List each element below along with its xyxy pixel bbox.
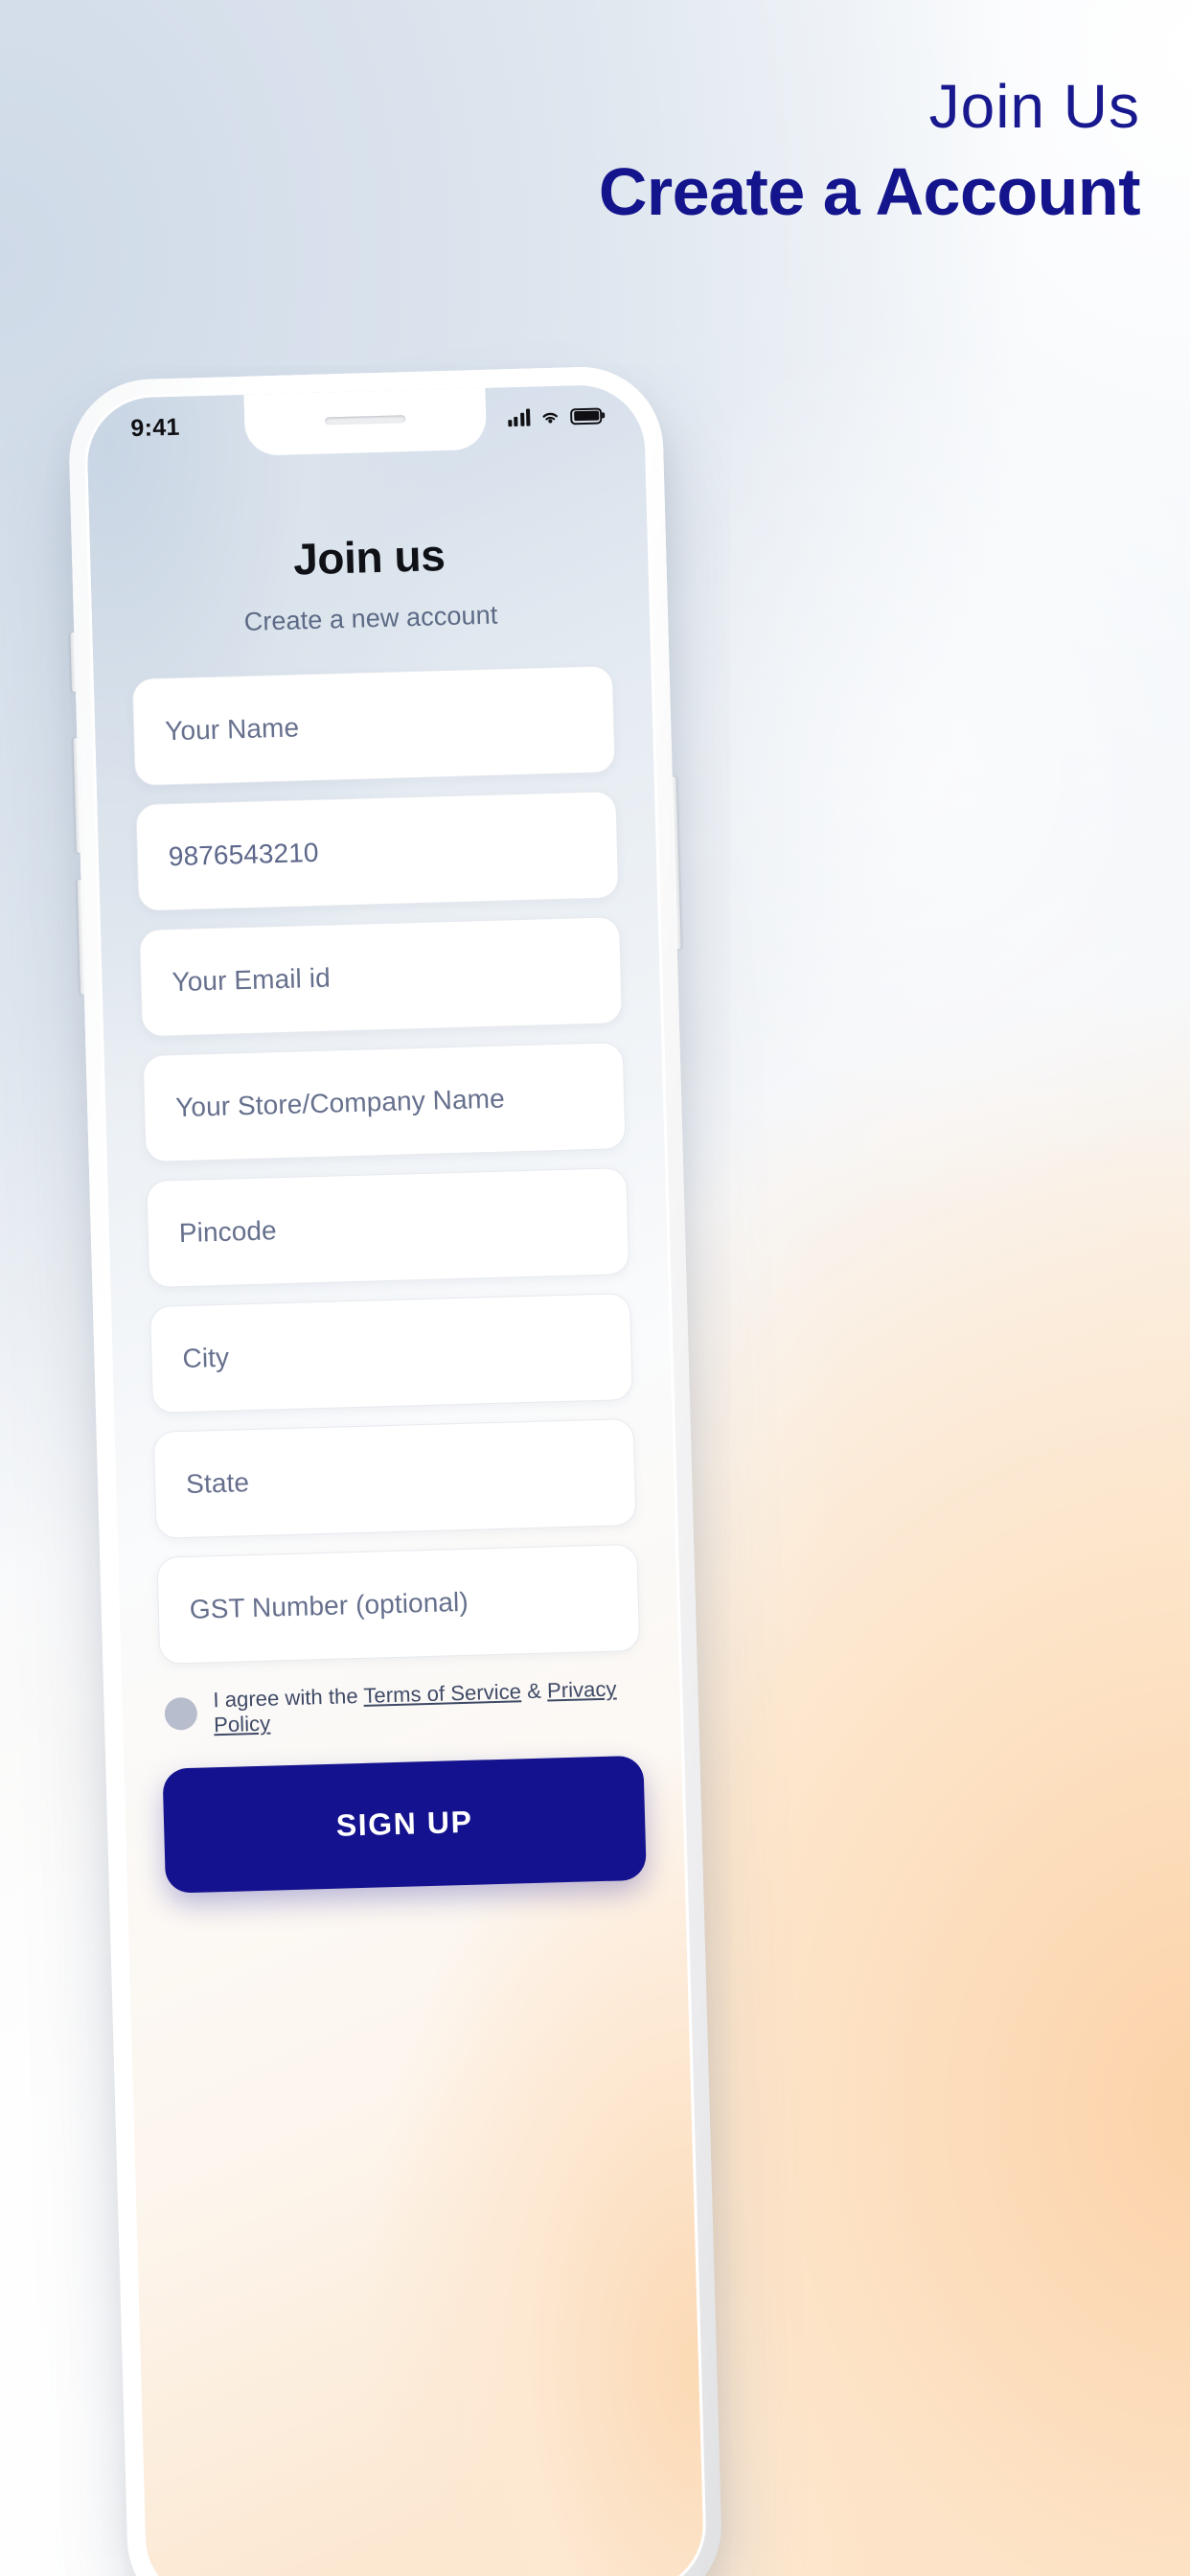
phone-bezel: 9:41 Join us Create a new account Your N… bbox=[82, 380, 708, 2576]
phone-screen: 9:41 Join us Create a new account Your N… bbox=[85, 383, 705, 2576]
input-field-state[interactable]: State bbox=[152, 1417, 637, 1539]
headline-line-main: Create a Account bbox=[598, 154, 1141, 230]
input-field-phone[interactable]: 9876543210 bbox=[135, 791, 620, 912]
terms-text: I agree with the Terms of Service & Priv… bbox=[213, 1676, 642, 1738]
terms-separator: & bbox=[520, 1678, 548, 1704]
input-placeholder-email: Your Email id bbox=[172, 962, 332, 998]
phone-mockup: 9:41 Join us Create a new account Your N… bbox=[67, 364, 724, 2576]
input-placeholder-state: State bbox=[185, 1467, 250, 1499]
headline-line-top: Join Us bbox=[928, 72, 1140, 141]
input-placeholder-gst: GST Number (optional) bbox=[189, 1586, 469, 1624]
poster-headline: Join Us Create a Account bbox=[278, 72, 1141, 232]
input-field-store[interactable]: Your Store/Company Name bbox=[142, 1042, 627, 1163]
terms-prefix: I agree with the bbox=[213, 1683, 364, 1713]
screen-title: Join us bbox=[292, 530, 446, 585]
battery-icon bbox=[569, 406, 603, 425]
status-bar-indicators bbox=[507, 406, 603, 427]
phone-rim: 9:41 Join us Create a new account Your N… bbox=[67, 364, 724, 2576]
signup-screen: Join us Create a new account Your Name 9… bbox=[87, 445, 704, 2576]
input-field-name[interactable]: Your Name bbox=[131, 665, 616, 787]
terms-of-service-link[interactable]: Terms of Service bbox=[363, 1679, 521, 1708]
input-placeholder-name: Your Name bbox=[164, 712, 300, 747]
input-field-pincode[interactable]: Pincode bbox=[146, 1167, 630, 1288]
wifi-icon bbox=[538, 408, 561, 426]
phone-body: 9:41 Join us Create a new account Your N… bbox=[67, 364, 724, 2576]
terms-agreement-row[interactable]: I agree with the Terms of Service & Priv… bbox=[160, 1676, 642, 1740]
cellular-signal-icon bbox=[507, 408, 531, 427]
input-placeholder-city: City bbox=[182, 1342, 230, 1374]
poster-canvas: Join Us Create a Account 9:41 Join us Cr… bbox=[0, 0, 1190, 2576]
screen-subtitle: Create a new account bbox=[243, 600, 498, 636]
input-value-phone: 9876543210 bbox=[168, 837, 319, 872]
input-placeholder-pincode: Pincode bbox=[178, 1215, 278, 1249]
input-field-city[interactable]: City bbox=[149, 1292, 633, 1414]
input-field-gst[interactable]: GST Number (optional) bbox=[156, 1543, 641, 1665]
status-bar-time: 9:41 bbox=[129, 413, 181, 442]
signup-form: Your Name 9876543210 Your Email id Your … bbox=[131, 665, 641, 1665]
input-placeholder-store: Your Store/Company Name bbox=[174, 1083, 506, 1123]
sign-up-button[interactable]: SIGN UP bbox=[162, 1755, 647, 1894]
terms-checkbox[interactable] bbox=[164, 1697, 198, 1732]
input-field-email[interactable]: Your Email id bbox=[139, 916, 623, 1038]
